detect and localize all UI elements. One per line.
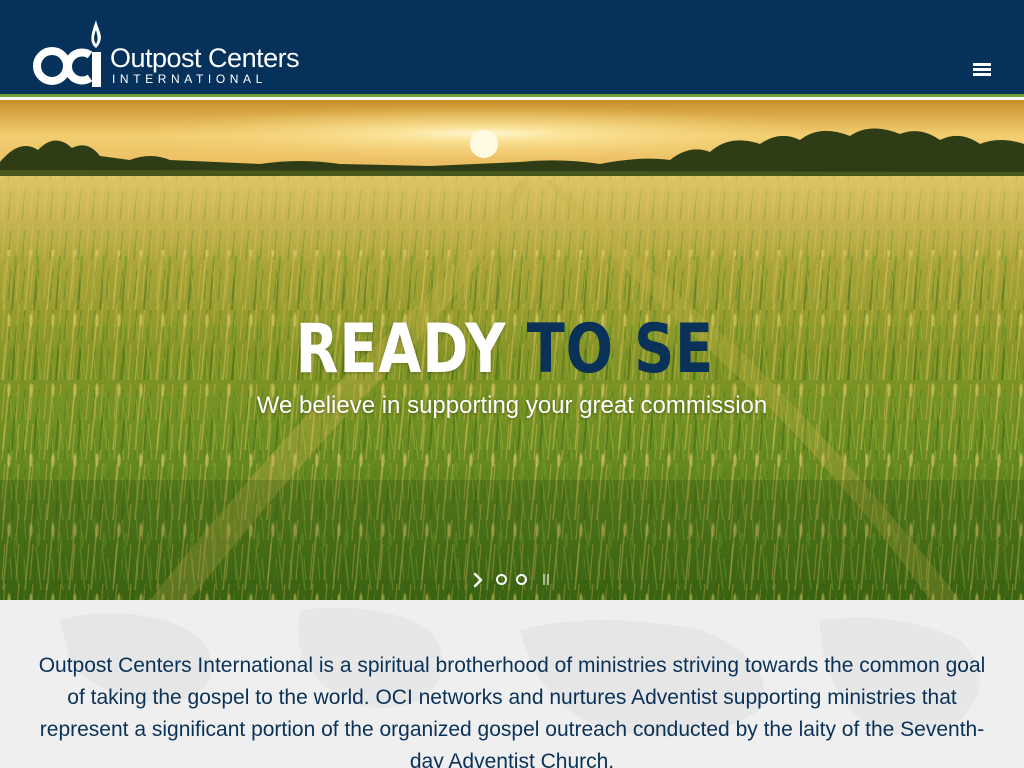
intro-section: Outpost Centers International is a spiri…	[0, 600, 1024, 768]
slider-controls	[470, 571, 560, 589]
menu-bar	[973, 63, 991, 66]
brand-name: Outpost Centers	[110, 43, 300, 73]
hero-headline-blue: TO SE	[526, 310, 714, 389]
intro-paragraph: Outpost Centers International is a spiri…	[38, 654, 986, 768]
brand-tagline: INTERNATIONAL	[112, 72, 267, 86]
hamburger-menu-icon[interactable]	[973, 62, 991, 78]
menu-bar	[973, 68, 991, 71]
chevron-right-icon[interactable]	[470, 571, 486, 589]
hero-slider: READY TO SE We believe in supporting you…	[0, 100, 1024, 600]
pause-bar	[543, 574, 545, 585]
hero-headline-white: READY	[295, 310, 507, 389]
slider-dot[interactable]	[496, 574, 507, 585]
oci-logo-mark	[33, 20, 101, 87]
menu-bar	[973, 73, 991, 76]
pause-icon[interactable]	[542, 574, 552, 586]
site-logo[interactable]: Outpost Centers INTERNATIONAL	[32, 18, 322, 88]
site-header: Outpost Centers INTERNATIONAL	[0, 0, 1024, 97]
hero-headline: READY TO SE	[85, 310, 925, 390]
slider-dot[interactable]	[516, 574, 527, 585]
hero-subheadline: We believe in supporting your great comm…	[256, 392, 768, 419]
pause-bar	[547, 574, 549, 585]
